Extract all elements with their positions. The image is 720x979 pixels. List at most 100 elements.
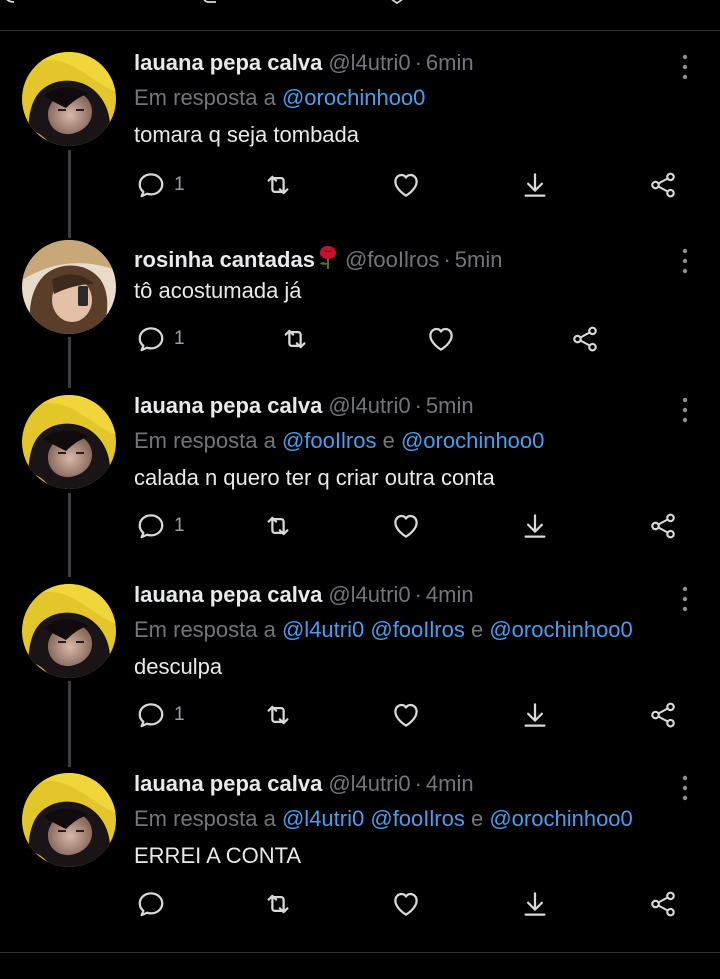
share-button[interactable] (570, 324, 600, 354)
like-icon (391, 700, 421, 730)
share-icon[interactable] (652, 0, 676, 8)
avatar[interactable] (22, 395, 116, 489)
mention-link[interactable]: @fooIlros (370, 806, 464, 831)
retweet-icon[interactable] (200, 0, 224, 8)
reply-context: Em resposta a @l4utri0 @fooIlros e @oroc… (134, 806, 633, 831)
avatar[interactable] (22, 240, 116, 334)
username[interactable]: @l4utri0 (328, 771, 410, 796)
username[interactable]: @l4utri0 (328, 50, 410, 75)
like-button[interactable] (426, 324, 456, 354)
retweet-icon (280, 324, 310, 354)
mention-link[interactable]: @orochinhoo0 (282, 85, 425, 110)
download-icon (520, 170, 550, 200)
tweet-header: lauana pepa calva @l4utri0 · 5min (134, 393, 474, 418)
download-icon[interactable] (520, 0, 544, 8)
share-button[interactable] (648, 889, 678, 919)
username[interactable]: @l4utri0 (328, 393, 410, 418)
reply-count: 1 (174, 328, 185, 349)
previous-tweet-strip (0, 0, 720, 31)
tweet[interactable]: lauana pepa calva @l4utri0 · 4min Em respos… (0, 572, 720, 762)
share-button[interactable] (648, 700, 678, 730)
retweet-button[interactable] (263, 511, 293, 541)
download-button[interactable] (520, 511, 550, 541)
like-button[interactable] (391, 511, 421, 541)
tweet-header: lauana pepa calva @l4utri0 · 4min (134, 582, 474, 607)
like-button[interactable] (391, 700, 421, 730)
mention-link[interactable]: @orochinhoo0 (489, 617, 632, 642)
download-button[interactable] (520, 889, 550, 919)
avatar[interactable] (22, 773, 116, 867)
tweet[interactable]: lauana pepa calva @l4utri0 · 4min Em respos… (0, 761, 720, 951)
divider (0, 952, 720, 953)
display-name[interactable]: lauana pepa calva (134, 582, 322, 607)
tweet-text: desculpa (134, 654, 223, 679)
tweet-text: calada n quero ter q criar outra conta (134, 465, 495, 490)
timestamp[interactable]: 5min (426, 393, 474, 418)
retweet-button[interactable] (263, 889, 293, 919)
download-icon (520, 511, 550, 541)
timestamp[interactable]: 5min (455, 247, 503, 272)
retweet-button[interactable] (280, 324, 310, 354)
avatar[interactable] (22, 584, 116, 678)
mention-link[interactable]: @fooIlros (370, 617, 464, 642)
more-icon[interactable] (676, 773, 694, 803)
download-button[interactable] (520, 170, 550, 200)
reply-button[interactable]: 1 (136, 324, 185, 354)
reply-icon[interactable] (0, 0, 24, 8)
retweet-button[interactable] (263, 700, 293, 730)
share-button[interactable] (648, 511, 678, 541)
like-icon (426, 324, 456, 354)
tweet[interactable]: lauana pepa calva @l4utri0 · 6min Em respos… (0, 40, 720, 230)
share-icon (648, 889, 678, 919)
reply-context: Em resposta a @fooIlros e @orochinhoo0 (134, 428, 545, 453)
tweet-header: lauana pepa calva @l4utri0 · 4min (134, 771, 474, 796)
username[interactable]: @l4utri0 (328, 582, 410, 607)
like-button[interactable] (391, 889, 421, 919)
reply-icon (136, 170, 166, 200)
display-name[interactable]: lauana pepa calva (134, 771, 322, 796)
reply-context: Em resposta a @l4utri0 @fooIlros e @oroc… (134, 617, 633, 642)
reply-icon (136, 889, 166, 919)
mention-link[interactable]: @l4utri0 (282, 806, 364, 831)
share-icon (648, 700, 678, 730)
reply-context: Em resposta a @orochinhoo0 (134, 85, 426, 110)
mention-link[interactable]: @fooIlros (282, 428, 376, 453)
timestamp[interactable]: 4min (426, 582, 474, 607)
mention-link[interactable]: @l4utri0 (282, 617, 364, 642)
tweet-text: ERREI A CONTA (134, 843, 302, 868)
more-icon[interactable] (676, 52, 694, 82)
reply-icon (136, 324, 166, 354)
retweet-icon (263, 170, 293, 200)
more-icon[interactable] (676, 584, 694, 614)
share-button[interactable] (648, 170, 678, 200)
display-name[interactable]: lauana pepa calva (134, 50, 322, 75)
timestamp[interactable]: 4min (426, 771, 474, 796)
reply-icon (136, 511, 166, 541)
username[interactable]: @fooIlros (345, 247, 439, 272)
avatar[interactable] (22, 52, 116, 146)
like-icon (391, 170, 421, 200)
mention-link[interactable]: @orochinhoo0 (401, 428, 544, 453)
reply-button[interactable] (136, 889, 174, 919)
more-icon[interactable] (676, 395, 694, 425)
like-button[interactable] (391, 170, 421, 200)
tweet[interactable]: lauana pepa calva @l4utri0 · 5min Em respos… (0, 383, 720, 573)
like-icon[interactable] (385, 0, 409, 8)
reply-count: 1 (174, 704, 185, 725)
more-icon[interactable] (676, 246, 694, 276)
reply-button[interactable]: 1 (136, 511, 185, 541)
reply-button[interactable]: 1 (136, 700, 185, 730)
retweet-icon (263, 511, 293, 541)
rose-icon (319, 246, 336, 269)
retweet-icon (263, 889, 293, 919)
display-name[interactable]: rosinha cantadas (134, 247, 315, 272)
download-button[interactable] (520, 700, 550, 730)
retweet-button[interactable] (263, 170, 293, 200)
reply-button[interactable]: 1 (136, 170, 185, 200)
tweet[interactable]: rosinha cantadas @fooIlros · 5min tô acostu… (0, 234, 720, 384)
timestamp[interactable]: 6min (426, 50, 474, 75)
display-name[interactable]: lauana pepa calva (134, 393, 322, 418)
like-icon (391, 889, 421, 919)
mention-link[interactable]: @orochinhoo0 (489, 806, 632, 831)
download-icon (520, 700, 550, 730)
